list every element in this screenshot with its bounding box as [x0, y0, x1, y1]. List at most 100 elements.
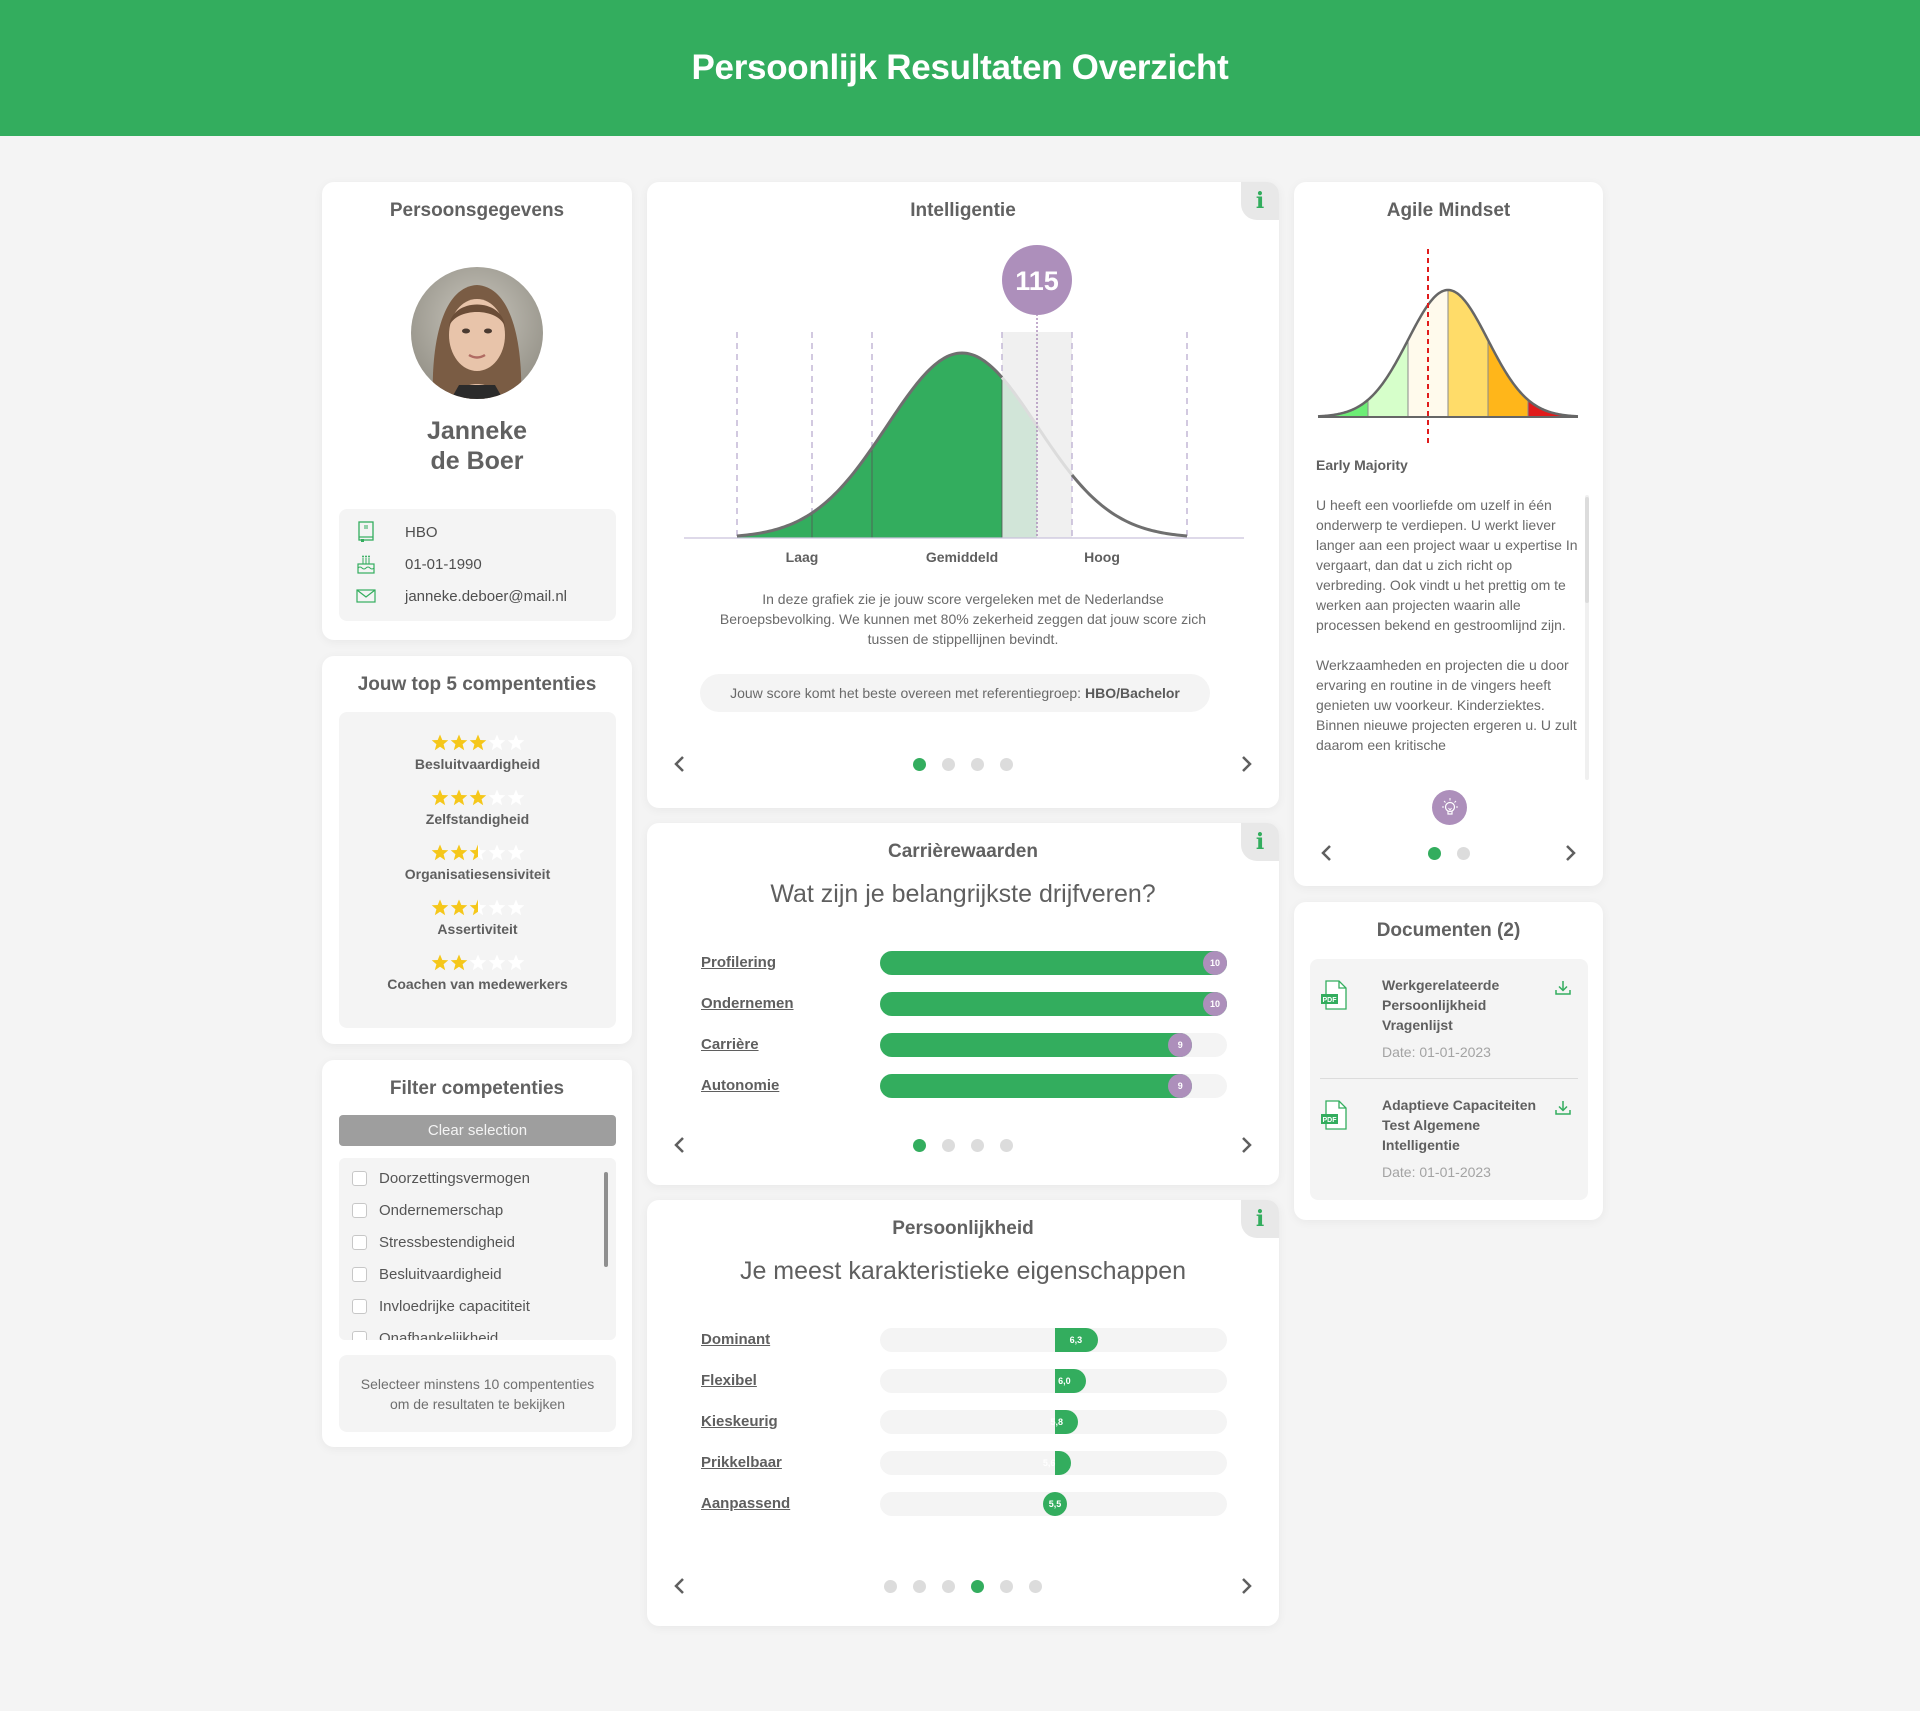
document-date: Date: 01-01-2023	[1382, 1164, 1491, 1180]
career-value-row: Carrière 9	[647, 1033, 1279, 1057]
axis-label: Hoog	[1084, 549, 1120, 565]
filter-competences-card: Filter competenties Clear selection Door…	[322, 1060, 632, 1447]
email-row: janneke.deboer@mail.nl	[355, 585, 567, 607]
next-arrow[interactable]	[1559, 841, 1583, 865]
competence-option[interactable]: Besluitvaardigheid	[352, 1266, 502, 1283]
career-value-fill	[880, 1074, 1193, 1098]
career-value-label[interactable]: Autonomie	[701, 1074, 779, 1098]
adoption-segment	[1318, 399, 1368, 417]
carousel-dot[interactable]	[913, 1580, 926, 1593]
clear-selection-button[interactable]: Clear selection	[339, 1115, 616, 1146]
personality-trait-track: 5,8	[880, 1410, 1227, 1434]
axis-label: Laag	[786, 549, 819, 565]
mail-icon	[355, 585, 377, 607]
competence-option-label: Onafhankelijkheid	[379, 1330, 499, 1340]
competence-option-label: Ondernemerschap	[379, 1202, 504, 1219]
next-arrow[interactable]	[1235, 752, 1259, 776]
career-value-fill	[880, 951, 1227, 975]
personality-trait-label[interactable]: Aanpassend	[701, 1492, 790, 1516]
person-name: Janneke de Boer	[322, 416, 632, 476]
carousel-dot[interactable]	[1427, 847, 1441, 860]
pdf-file-icon: PDF	[1320, 1099, 1348, 1136]
download-icon[interactable]	[1554, 979, 1572, 1002]
competence-option-label: Besluitvaardigheid	[379, 1266, 502, 1283]
carousel-dots	[647, 758, 1279, 771]
document-title[interactable]: Adaptieve Capaciteiten Test Algemene Int…	[1382, 1095, 1547, 1155]
star-half-icon	[469, 899, 487, 916]
next-arrow[interactable]	[1235, 1574, 1259, 1598]
star-filled-icon	[431, 954, 449, 971]
carousel-dot[interactable]	[1000, 1580, 1013, 1593]
page-title: Persoonlijk Resultaten Overzicht	[691, 48, 1229, 87]
career-value-badge: 10	[1203, 992, 1227, 1016]
next-arrow[interactable]	[1235, 1133, 1259, 1157]
competence-option[interactable]: Onafhankelijkheid	[352, 1330, 498, 1340]
star-rating	[431, 734, 525, 751]
carousel-dot[interactable]	[884, 1580, 897, 1593]
carousel-dot[interactable]	[1029, 1580, 1042, 1593]
carousel-dot[interactable]	[1000, 758, 1013, 771]
intelligence-description: In deze grafiek zie je jouw score vergel…	[719, 591, 1207, 647]
carousel-dot[interactable]	[942, 758, 955, 771]
agile-bell-curve	[1317, 249, 1579, 446]
carousel-dot[interactable]	[1456, 847, 1470, 860]
adoption-segment	[1448, 290, 1488, 417]
personality-trait-label[interactable]: Dominant	[701, 1328, 770, 1352]
competence-option[interactable]: Doorzettingsvermogen	[352, 1170, 530, 1187]
star-empty-icon	[507, 899, 525, 916]
personality-trait-label[interactable]: Flexibel	[701, 1369, 757, 1393]
carousel-dot[interactable]	[971, 1580, 984, 1593]
star-empty-icon	[507, 844, 525, 861]
career-value-track: 9	[880, 1074, 1227, 1098]
carousel-dot[interactable]	[971, 1139, 984, 1152]
star-empty-icon	[507, 789, 525, 806]
competence-item: Coachen van medewerkers	[339, 954, 616, 992]
star-filled-icon	[469, 789, 487, 806]
checkbox[interactable]	[352, 1331, 367, 1340]
filter-hint: Selecteer minstens 10 compententies om d…	[360, 1375, 595, 1412]
career-value-track: 10	[880, 951, 1227, 975]
career-values-question: Wat zijn je belangrijkste drijfveren?	[770, 880, 1156, 908]
competence-option[interactable]: Invloedrijke capacititeit	[352, 1298, 530, 1315]
competence-checklist[interactable]: Doorzettingsvermogen Ondernemerschap Stres…	[339, 1158, 616, 1340]
agile-text-scrollbar-thumb[interactable]	[1585, 497, 1589, 603]
competence-option[interactable]: Ondernemerschap	[352, 1202, 503, 1219]
education-row: HBO	[355, 521, 438, 543]
carousel-dot[interactable]	[971, 758, 984, 771]
carousel-dot[interactable]	[942, 1580, 955, 1593]
star-filled-icon	[450, 899, 468, 916]
top-competences-title: Jouw top 5 compententies	[357, 674, 597, 695]
document-item[interactable]: PDF Adaptieve Capaciteiten Test Algemene …	[1310, 1079, 1588, 1199]
career-value-label[interactable]: Carrière	[701, 1033, 759, 1057]
carousel-dot[interactable]	[913, 758, 926, 771]
download-icon[interactable]	[1554, 1099, 1572, 1122]
document-item[interactable]: PDF Werkgerelateerde Persoonlijkheid Vrag…	[1310, 959, 1588, 1079]
lightbulb-button[interactable]	[1432, 790, 1467, 825]
star-filled-icon	[431, 789, 449, 806]
checklist-scrollbar[interactable]	[604, 1172, 608, 1267]
career-value-label[interactable]: Ondernemen	[701, 992, 794, 1016]
competence-item: Zelfstandigheid	[339, 789, 616, 827]
carousel-dot[interactable]	[1000, 1139, 1013, 1152]
checkbox[interactable]	[352, 1171, 367, 1186]
competence-item: Organisatiesensiviteit	[339, 844, 616, 882]
agile-mindset-card: Agile Mindset Early Majority U heeft een…	[1294, 182, 1603, 886]
documents-title: Documenten (2)	[1376, 920, 1521, 941]
personality-trait-value: 5,6	[1042, 1458, 1056, 1468]
education-value: HBO	[405, 523, 438, 541]
axis-label: Gemiddeld	[926, 549, 998, 565]
personality-trait-label[interactable]: Kieskeurig	[701, 1410, 778, 1434]
document-title[interactable]: Werkgerelateerde Persoonlijkheid Vragenl…	[1382, 975, 1547, 1035]
email-value[interactable]: janneke.deboer@mail.nl	[405, 588, 567, 605]
career-value-label[interactable]: Profilering	[701, 951, 776, 975]
checkbox[interactable]	[352, 1267, 367, 1282]
carousel-dot[interactable]	[913, 1139, 926, 1152]
competence-option[interactable]: Stressbestendigheid	[352, 1234, 515, 1251]
personality-trait-label[interactable]: Prikkelbaar	[701, 1451, 782, 1475]
personality-trait-row: Flexibel 6,0	[647, 1369, 1279, 1393]
carousel-dot[interactable]	[942, 1139, 955, 1152]
star-filled-icon	[431, 844, 449, 861]
checkbox[interactable]	[352, 1235, 367, 1250]
checkbox[interactable]	[352, 1203, 367, 1218]
checkbox[interactable]	[352, 1299, 367, 1314]
